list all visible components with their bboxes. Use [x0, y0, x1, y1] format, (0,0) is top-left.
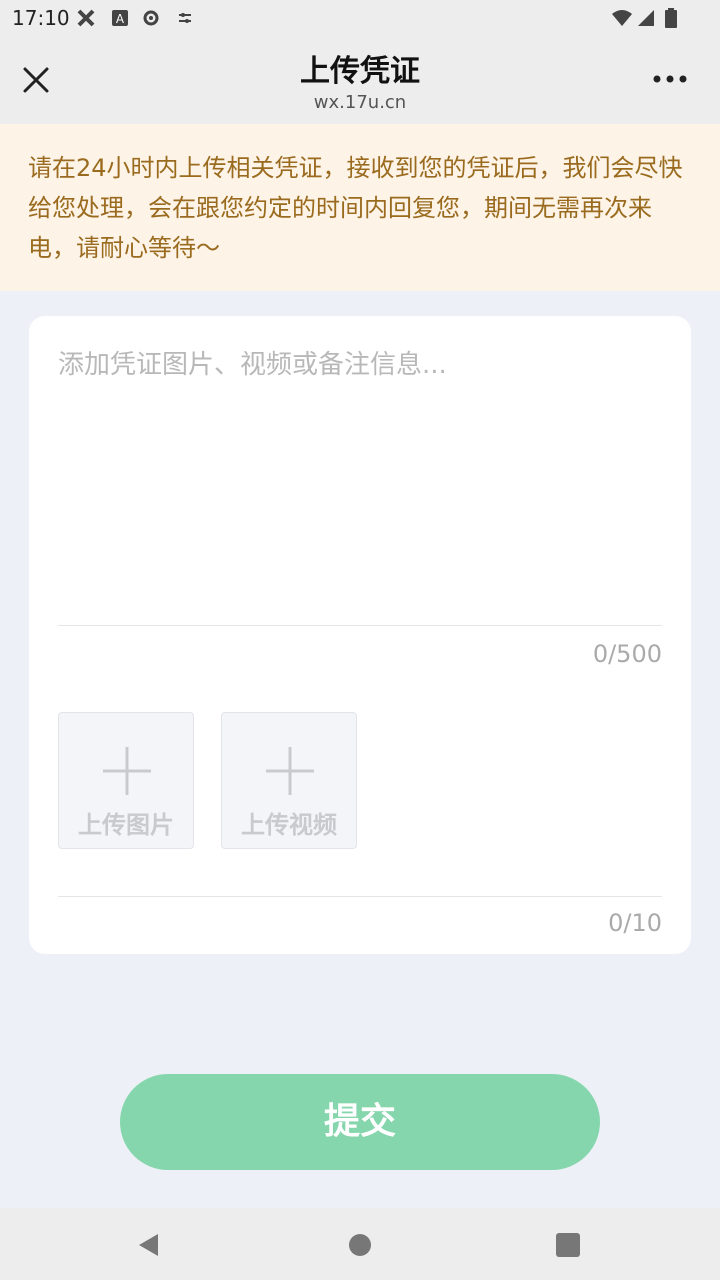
- remark-input[interactable]: [58, 344, 662, 624]
- submit-button[interactable]: 提交: [120, 1074, 600, 1170]
- font-icon: A: [112, 10, 128, 26]
- wifi-icon: [612, 10, 632, 26]
- tools-icon: [77, 9, 95, 27]
- plus-icon: [266, 747, 314, 795]
- upload-image-label: 上传图片: [78, 811, 174, 839]
- home-icon[interactable]: [345, 1230, 375, 1260]
- plus-icon: [103, 747, 151, 795]
- svg-text:A: A: [116, 12, 125, 26]
- recents-icon[interactable]: [553, 1230, 583, 1260]
- signal-icon: [638, 10, 654, 26]
- page-title: 上传凭证: [300, 54, 420, 89]
- media-counter: 0/10: [608, 909, 662, 937]
- status-time: 17:10: [12, 6, 70, 30]
- upload-video-button[interactable]: 上传视频: [221, 712, 357, 849]
- page-domain: wx.17u.cn: [313, 92, 407, 113]
- remark-divider: [58, 625, 662, 626]
- upload-image-button[interactable]: 上传图片: [58, 712, 194, 849]
- remark-counter: 0/500: [592, 640, 662, 668]
- system-nav-bar: [0, 1208, 720, 1280]
- tune-icon: [179, 13, 191, 23]
- notice-banner: 请在24小时内上传相关凭证，接收到您的凭证后，我们会尽快给您处理，会在跟您约定的…: [0, 124, 720, 291]
- settings-icon: [143, 10, 159, 26]
- status-bar: 17:10 A: [0, 0, 720, 36]
- nav-bar: 上传凭证 wx.17u.cn: [0, 36, 720, 124]
- upload-video-label: 上传视频: [241, 811, 337, 839]
- back-icon[interactable]: [134, 1230, 164, 1260]
- battery-icon: [665, 8, 677, 28]
- voucher-form-card: 0/500 上传图片 上传视频 0/10: [29, 316, 691, 954]
- media-divider: [58, 896, 662, 897]
- notice-text: 请在24小时内上传相关凭证，接收到您的凭证后，我们会尽快给您处理，会在跟您约定的…: [28, 154, 683, 262]
- more-icon[interactable]: [646, 64, 694, 94]
